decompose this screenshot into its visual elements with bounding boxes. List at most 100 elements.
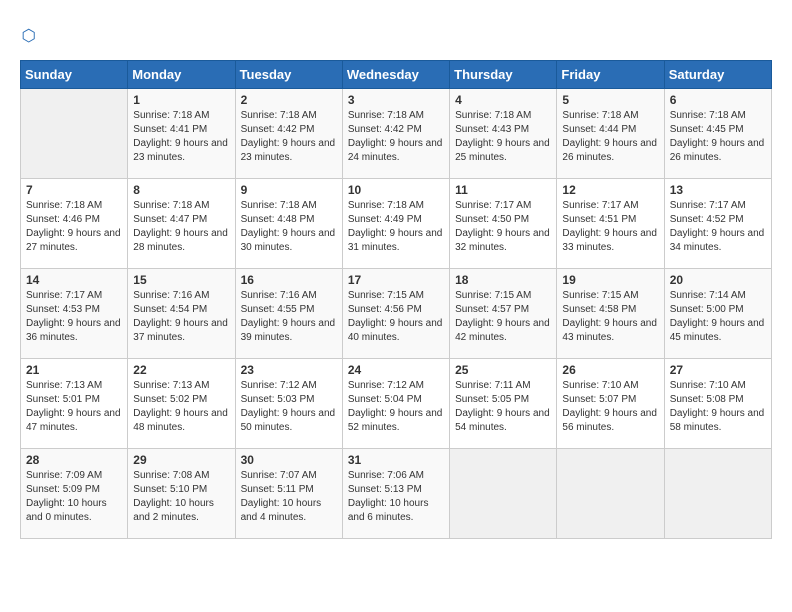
calendar-cell: 12 Sunrise: 7:17 AM Sunset: 4:51 PM Dayl… <box>557 179 664 269</box>
day-number: 26 <box>562 363 658 377</box>
calendar-cell: 8 Sunrise: 7:18 AM Sunset: 4:47 PM Dayli… <box>128 179 235 269</box>
day-info: Sunrise: 7:18 AM Sunset: 4:47 PM Dayligh… <box>133 199 229 255</box>
day-info: Sunrise: 7:13 AM Sunset: 5:02 PM Dayligh… <box>133 379 229 435</box>
day-number: 8 <box>133 183 229 197</box>
calendar-cell: 2 Sunrise: 7:18 AM Sunset: 4:42 PM Dayli… <box>235 89 342 179</box>
weekday-header-thursday: Thursday <box>450 61 557 89</box>
day-info: Sunrise: 7:10 AM Sunset: 5:07 PM Dayligh… <box>562 379 658 435</box>
weekday-header-row: SundayMondayTuesdayWednesdayThursdayFrid… <box>21 61 772 89</box>
day-number: 12 <box>562 183 658 197</box>
calendar-cell: 24 Sunrise: 7:12 AM Sunset: 5:04 PM Dayl… <box>342 359 449 449</box>
calendar-cell: 20 Sunrise: 7:14 AM Sunset: 5:00 PM Dayl… <box>664 269 771 359</box>
weekday-header-wednesday: Wednesday <box>342 61 449 89</box>
week-row-1: 1 Sunrise: 7:18 AM Sunset: 4:41 PM Dayli… <box>21 89 772 179</box>
day-number: 30 <box>241 453 337 467</box>
day-number: 13 <box>670 183 766 197</box>
calendar-cell: 14 Sunrise: 7:17 AM Sunset: 4:53 PM Dayl… <box>21 269 128 359</box>
day-info: Sunrise: 7:18 AM Sunset: 4:49 PM Dayligh… <box>348 199 444 255</box>
day-number: 23 <box>241 363 337 377</box>
day-info: Sunrise: 7:17 AM Sunset: 4:52 PM Dayligh… <box>670 199 766 255</box>
calendar-cell: 13 Sunrise: 7:17 AM Sunset: 4:52 PM Dayl… <box>664 179 771 269</box>
calendar-cell <box>21 89 128 179</box>
calendar-cell: 4 Sunrise: 7:18 AM Sunset: 4:43 PM Dayli… <box>450 89 557 179</box>
calendar-cell: 3 Sunrise: 7:18 AM Sunset: 4:42 PM Dayli… <box>342 89 449 179</box>
calendar-cell: 28 Sunrise: 7:09 AM Sunset: 5:09 PM Dayl… <box>21 449 128 539</box>
calendar-table: SundayMondayTuesdayWednesdayThursdayFrid… <box>20 60 772 539</box>
day-number: 5 <box>562 93 658 107</box>
day-number: 14 <box>26 273 122 287</box>
weekday-header-tuesday: Tuesday <box>235 61 342 89</box>
calendar-cell: 7 Sunrise: 7:18 AM Sunset: 4:46 PM Dayli… <box>21 179 128 269</box>
day-info: Sunrise: 7:15 AM Sunset: 4:56 PM Dayligh… <box>348 289 444 345</box>
day-info: Sunrise: 7:10 AM Sunset: 5:08 PM Dayligh… <box>670 379 766 435</box>
calendar-cell: 5 Sunrise: 7:18 AM Sunset: 4:44 PM Dayli… <box>557 89 664 179</box>
day-number: 17 <box>348 273 444 287</box>
day-info: Sunrise: 7:18 AM Sunset: 4:45 PM Dayligh… <box>670 109 766 165</box>
day-info: Sunrise: 7:18 AM Sunset: 4:44 PM Dayligh… <box>562 109 658 165</box>
day-info: Sunrise: 7:16 AM Sunset: 4:54 PM Dayligh… <box>133 289 229 345</box>
calendar-cell: 15 Sunrise: 7:16 AM Sunset: 4:54 PM Dayl… <box>128 269 235 359</box>
day-number: 3 <box>348 93 444 107</box>
day-number: 25 <box>455 363 551 377</box>
day-number: 4 <box>455 93 551 107</box>
calendar-cell: 16 Sunrise: 7:16 AM Sunset: 4:55 PM Dayl… <box>235 269 342 359</box>
day-info: Sunrise: 7:18 AM Sunset: 4:41 PM Dayligh… <box>133 109 229 165</box>
svg-text:⬡: ⬡ <box>22 27 36 45</box>
day-number: 18 <box>455 273 551 287</box>
calendar-cell: 23 Sunrise: 7:12 AM Sunset: 5:03 PM Dayl… <box>235 359 342 449</box>
calendar-cell: 10 Sunrise: 7:18 AM Sunset: 4:49 PM Dayl… <box>342 179 449 269</box>
day-number: 28 <box>26 453 122 467</box>
day-info: Sunrise: 7:12 AM Sunset: 5:03 PM Dayligh… <box>241 379 337 435</box>
day-number: 19 <box>562 273 658 287</box>
day-number: 2 <box>241 93 337 107</box>
weekday-header-saturday: Saturday <box>664 61 771 89</box>
calendar-cell: 29 Sunrise: 7:08 AM Sunset: 5:10 PM Dayl… <box>128 449 235 539</box>
day-number: 22 <box>133 363 229 377</box>
day-number: 21 <box>26 363 122 377</box>
day-number: 9 <box>241 183 337 197</box>
day-info: Sunrise: 7:18 AM Sunset: 4:43 PM Dayligh… <box>455 109 551 165</box>
week-row-5: 28 Sunrise: 7:09 AM Sunset: 5:09 PM Dayl… <box>21 449 772 539</box>
day-info: Sunrise: 7:15 AM Sunset: 4:58 PM Dayligh… <box>562 289 658 345</box>
day-info: Sunrise: 7:18 AM Sunset: 4:48 PM Dayligh… <box>241 199 337 255</box>
weekday-header-monday: Monday <box>128 61 235 89</box>
day-number: 16 <box>241 273 337 287</box>
calendar-cell: 21 Sunrise: 7:13 AM Sunset: 5:01 PM Dayl… <box>21 359 128 449</box>
calendar-cell: 30 Sunrise: 7:07 AM Sunset: 5:11 PM Dayl… <box>235 449 342 539</box>
day-info: Sunrise: 7:06 AM Sunset: 5:13 PM Dayligh… <box>348 469 444 525</box>
day-info: Sunrise: 7:09 AM Sunset: 5:09 PM Dayligh… <box>26 469 122 525</box>
day-info: Sunrise: 7:08 AM Sunset: 5:10 PM Dayligh… <box>133 469 229 525</box>
weekday-header-friday: Friday <box>557 61 664 89</box>
calendar-cell: 25 Sunrise: 7:11 AM Sunset: 5:05 PM Dayl… <box>450 359 557 449</box>
day-info: Sunrise: 7:17 AM Sunset: 4:53 PM Dayligh… <box>26 289 122 345</box>
calendar-cell: 9 Sunrise: 7:18 AM Sunset: 4:48 PM Dayli… <box>235 179 342 269</box>
day-number: 11 <box>455 183 551 197</box>
logo: ⬡ <box>20 20 54 50</box>
calendar-cell: 1 Sunrise: 7:18 AM Sunset: 4:41 PM Dayli… <box>128 89 235 179</box>
day-info: Sunrise: 7:07 AM Sunset: 5:11 PM Dayligh… <box>241 469 337 525</box>
day-number: 27 <box>670 363 766 377</box>
calendar-cell <box>450 449 557 539</box>
calendar-cell: 19 Sunrise: 7:15 AM Sunset: 4:58 PM Dayl… <box>557 269 664 359</box>
week-row-4: 21 Sunrise: 7:13 AM Sunset: 5:01 PM Dayl… <box>21 359 772 449</box>
calendar-cell: 22 Sunrise: 7:13 AM Sunset: 5:02 PM Dayl… <box>128 359 235 449</box>
calendar-cell: 6 Sunrise: 7:18 AM Sunset: 4:45 PM Dayli… <box>664 89 771 179</box>
day-number: 24 <box>348 363 444 377</box>
header: ⬡ <box>20 20 772 50</box>
day-number: 10 <box>348 183 444 197</box>
calendar-cell: 31 Sunrise: 7:06 AM Sunset: 5:13 PM Dayl… <box>342 449 449 539</box>
calendar-cell: 18 Sunrise: 7:15 AM Sunset: 4:57 PM Dayl… <box>450 269 557 359</box>
day-info: Sunrise: 7:17 AM Sunset: 4:50 PM Dayligh… <box>455 199 551 255</box>
day-info: Sunrise: 7:16 AM Sunset: 4:55 PM Dayligh… <box>241 289 337 345</box>
day-number: 29 <box>133 453 229 467</box>
day-number: 1 <box>133 93 229 107</box>
week-row-3: 14 Sunrise: 7:17 AM Sunset: 4:53 PM Dayl… <box>21 269 772 359</box>
calendar-cell: 26 Sunrise: 7:10 AM Sunset: 5:07 PM Dayl… <box>557 359 664 449</box>
day-info: Sunrise: 7:12 AM Sunset: 5:04 PM Dayligh… <box>348 379 444 435</box>
calendar-cell <box>664 449 771 539</box>
day-number: 7 <box>26 183 122 197</box>
day-info: Sunrise: 7:13 AM Sunset: 5:01 PM Dayligh… <box>26 379 122 435</box>
weekday-header-sunday: Sunday <box>21 61 128 89</box>
day-info: Sunrise: 7:15 AM Sunset: 4:57 PM Dayligh… <box>455 289 551 345</box>
day-info: Sunrise: 7:11 AM Sunset: 5:05 PM Dayligh… <box>455 379 551 435</box>
